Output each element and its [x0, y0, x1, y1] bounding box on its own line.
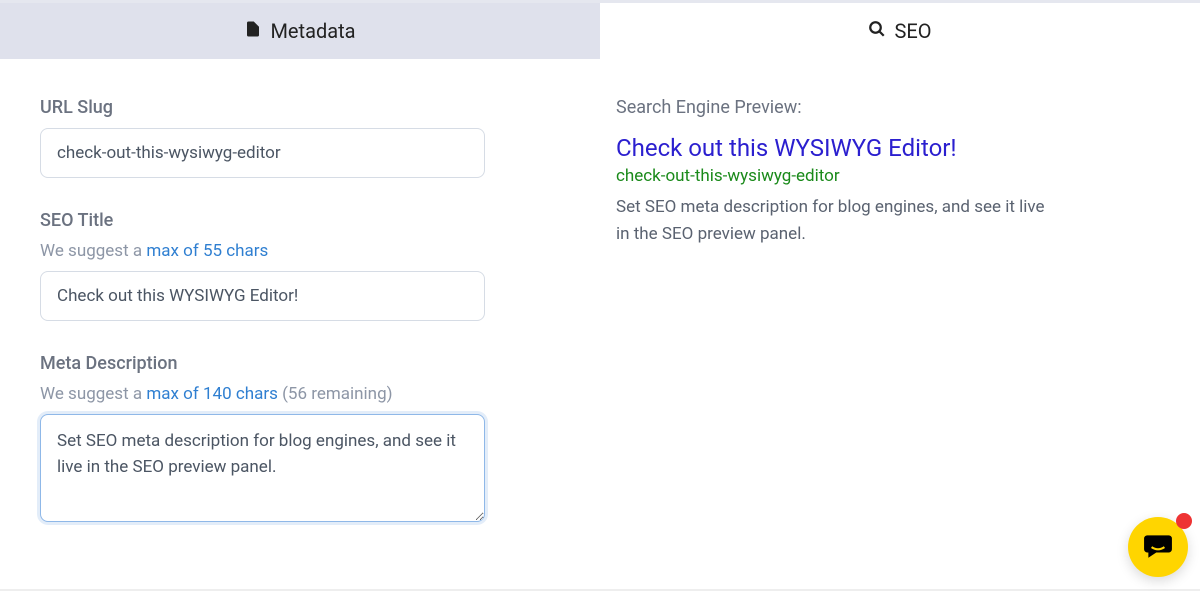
tab-seo[interactable]: SEO — [600, 3, 1200, 59]
field-meta-description: Meta Description We suggest a max of 140… — [40, 353, 560, 526]
label-meta-description: Meta Description — [40, 353, 560, 374]
search-icon — [868, 19, 886, 43]
hint-link[interactable]: max of 55 chars — [146, 241, 268, 261]
meta-description-input[interactable] — [40, 414, 485, 522]
tab-seo-label: SEO — [894, 19, 931, 43]
chat-icon — [1143, 530, 1173, 564]
preview-desc: Set SEO meta description for blog engine… — [616, 194, 1046, 248]
field-seo-title: SEO Title We suggest a max of 55 chars — [40, 210, 560, 321]
hint-meta-description: We suggest a max of 140 chars (56 remain… — [40, 384, 560, 404]
tab-metadata-label: Metadata — [270, 19, 355, 43]
hint-remaining: (56 remaining) — [278, 384, 393, 404]
seo-title-input[interactable] — [40, 271, 485, 321]
metadata-form: URL Slug SEO Title We suggest a max of 5… — [0, 59, 600, 578]
hint-link[interactable]: max of 140 chars — [146, 384, 278, 404]
preview-title: Check out this WYSIWYG Editor! — [616, 134, 1160, 162]
field-url-slug: URL Slug — [40, 97, 560, 178]
preview-url: check-out-this-wysiwyg-editor — [616, 166, 1160, 186]
url-slug-input[interactable] — [40, 128, 485, 178]
tabs-bar: Metadata SEO — [0, 3, 1200, 59]
chat-widget-button[interactable] — [1128, 517, 1188, 577]
tab-metadata[interactable]: Metadata — [0, 3, 600, 59]
seo-preview: Search Engine Preview: Check out this WY… — [600, 59, 1200, 578]
hint-seo-title: We suggest a max of 55 chars — [40, 241, 560, 261]
hint-prefix: We suggest a — [40, 241, 146, 261]
label-seo-title: SEO Title — [40, 210, 560, 231]
file-icon — [244, 19, 262, 43]
label-url-slug: URL Slug — [40, 97, 560, 118]
hint-prefix: We suggest a — [40, 384, 146, 404]
preview-label: Search Engine Preview: — [616, 97, 1160, 118]
